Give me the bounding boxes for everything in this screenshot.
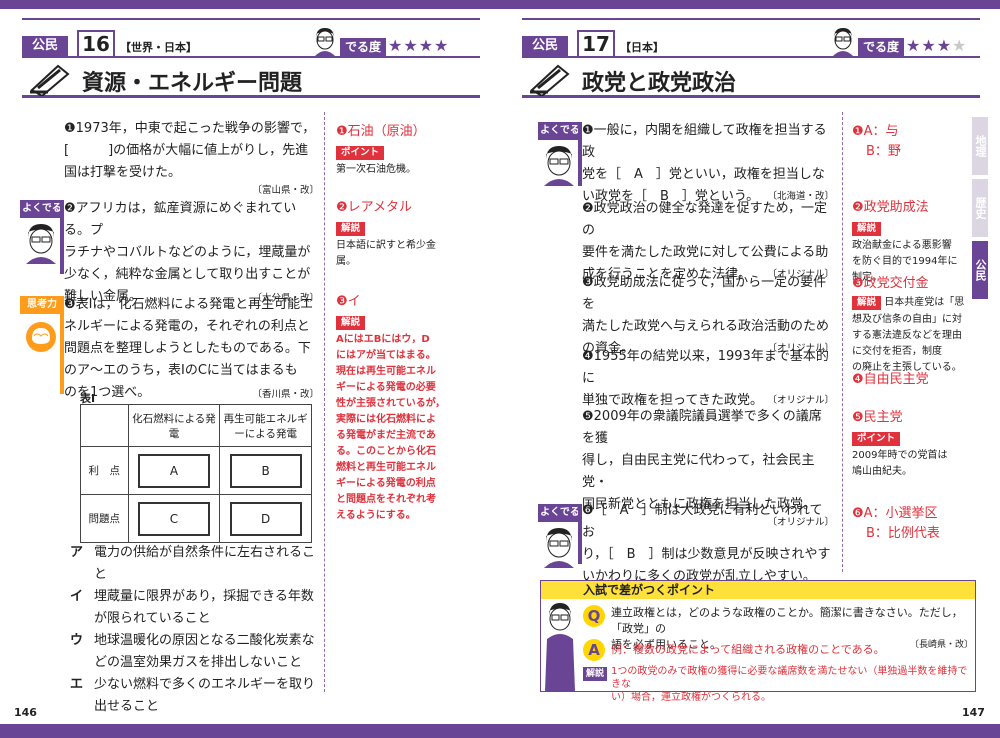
explanation-tag: 解説 bbox=[336, 222, 366, 236]
question-3: ❸政党助成法に従って，国から一定の要件を 満たした政党へ与えられる政治活動のため… bbox=[582, 275, 834, 356]
option-e: エ少ない燃料で多くのエネルギーを取り出せること bbox=[70, 677, 316, 714]
question-mark-icon: Q bbox=[583, 605, 605, 627]
explanation-tag: 解説 bbox=[583, 667, 608, 681]
subject-label: 公民 bbox=[22, 36, 68, 56]
explanation-tag: 解説 bbox=[336, 316, 366, 330]
question-2: ❷アフリカは，鉱産資源にめぐまれている。プ ラチナやコバルトなどのように，埋蔵量… bbox=[64, 201, 319, 304]
answer-3: ❸政党交付金 解説 日本共産党は「思 想及び信条の自由」に対 する憲法違反などを… bbox=[852, 276, 965, 373]
teacher-figure-icon bbox=[545, 603, 575, 691]
category-label: 【日本】 bbox=[620, 41, 664, 54]
tab-geography[interactable]: 地理 bbox=[972, 117, 988, 175]
gavel-logo-icon bbox=[30, 64, 70, 96]
brain-head-icon bbox=[26, 322, 56, 352]
question-4: ❹1955年の結党以来，1993年まで基本的に 単独で政権を担ってきた政党。 〔… bbox=[582, 349, 834, 408]
frequent-badge: よくでる bbox=[538, 504, 582, 522]
frequent-badge: よくでる bbox=[20, 200, 64, 218]
frequent-badge: よくでる bbox=[538, 122, 582, 140]
thinking-badge: 思考力 bbox=[20, 296, 64, 314]
exam-point-box: 入試で差がつくポイント Q 連立政権とは，どのような政権のことか。簡潔に書きなさ… bbox=[540, 580, 976, 703]
bottom-bar bbox=[500, 724, 1000, 738]
bottom-bar bbox=[0, 724, 500, 738]
question-1: ❶1973年，中東で起こった戦争の影響で， [ ]の価格が大幅に値上がりし，先進… bbox=[64, 121, 319, 196]
table-cell-d: D bbox=[229, 501, 302, 536]
divider bbox=[842, 112, 843, 572]
answer-5: ❺民主党 ポイント 2009年時での党首は 鳩山由紀夫。 bbox=[852, 410, 948, 477]
answer-1: ❶石油（原油） ポイント 第一次石油危機。 bbox=[336, 124, 426, 175]
section-number: 17 bbox=[577, 30, 615, 58]
tab-history[interactable]: 歴史 bbox=[972, 179, 988, 237]
page-number: 146 bbox=[14, 706, 37, 719]
data-table: 化石燃料による発電 再生可能エネルギーによる発電 利 点 A B 問題点 C D bbox=[80, 404, 312, 543]
answer-3: ❸イ 解説 AにはエBにはウ，D にはアが当てはまる。 現在は再生可能エネル ギ… bbox=[336, 294, 446, 521]
divider bbox=[324, 112, 325, 692]
answer-2: ❷政党助成法 解説 政治献金による悪影響 を防ぐ目的で1994年に 制定。 bbox=[852, 200, 958, 283]
teacher-face-icon bbox=[544, 528, 574, 568]
teacher-face-icon bbox=[315, 28, 335, 56]
table-cell-b: B bbox=[229, 453, 302, 488]
answer-options: ア電力の供給が自然条件に左右されること イ埋蔵量に限界があり，採掘できる年数が限… bbox=[70, 542, 320, 718]
section-header: 公民 17 【日本】 でる度 ★★★★ 政党と政党政治 bbox=[522, 18, 980, 98]
top-bar bbox=[0, 0, 500, 9]
exam-explanation: 1つの政党のみで政権の獲得に必要な議席数を満たせない（単独過半数を維持できな い… bbox=[611, 666, 968, 703]
exam-answer: 例：複数の政党によって組織される政権のことである。 bbox=[611, 643, 885, 656]
question-2: ❷政党政治の健全な発達を促すため，一定の 要件を満たした政党に対して公費による助… bbox=[582, 201, 834, 282]
section-header: 公民 16 【世界・日本】 でる度 ★★★★ 資源・エネルギー問題 bbox=[22, 18, 480, 98]
explanation-tag: 解説 bbox=[852, 296, 882, 310]
frequency-stars: ★★★★ bbox=[388, 36, 450, 55]
teacher-face-icon bbox=[833, 28, 853, 56]
option-a: ア電力の供給が自然条件に左右されること bbox=[70, 545, 316, 582]
section-number: 16 bbox=[77, 30, 115, 58]
page-number: 147 bbox=[962, 706, 985, 719]
frequency-stars: ★★★★ bbox=[906, 36, 968, 55]
answer-6: ❻A：小選挙区 B：比例代表 bbox=[852, 506, 940, 541]
option-u: ウ地球温暖化の原因となる二酸化炭素などの温室効果ガスを排出しないこと bbox=[70, 633, 315, 670]
frequency-label: でる度 bbox=[340, 38, 387, 56]
option-i: イ埋蔵量に限界があり，採掘できる年数が限られていること bbox=[70, 589, 314, 626]
teacher-face-icon bbox=[26, 224, 56, 264]
table-cell-a: A bbox=[137, 453, 210, 488]
answer-1: ❶A：与 B：野 bbox=[852, 124, 901, 159]
top-bar bbox=[500, 0, 1000, 9]
gavel-logo-icon bbox=[530, 64, 570, 96]
left-page: 公民 16 【世界・日本】 でる度 ★★★★ 資源・エネルギー問題 ❶1973年… bbox=[0, 0, 500, 738]
exam-point-header: 入試で差がつくポイント bbox=[541, 581, 975, 599]
point-tag: ポイント bbox=[336, 146, 385, 160]
subject-label: 公民 bbox=[522, 36, 568, 56]
question-1: ❶一般に，内閣を組織して政権を担当する政 党を［ A ］党といい，政権を担当しな… bbox=[582, 123, 834, 204]
teacher-face-icon bbox=[544, 146, 574, 186]
answer-4: ❹自由民主党 bbox=[852, 372, 929, 387]
page-title: 資源・エネルギー問題 bbox=[82, 71, 303, 96]
explanation-tag: 解説 bbox=[852, 222, 882, 236]
frequency-label: でる度 bbox=[858, 38, 905, 56]
answer-mark-icon: A bbox=[583, 639, 605, 661]
question-3: ❸表Ⅰは，化石燃料による発電と再生可能エ ネルギーによる発電の，それぞれの利点と… bbox=[64, 297, 319, 400]
point-tag: ポイント bbox=[852, 432, 901, 446]
table-cell-c: C bbox=[137, 501, 210, 536]
page-title: 政党と政党政治 bbox=[582, 71, 737, 96]
question-source: 〔富山県・改〕 bbox=[252, 185, 319, 196]
answer-2: ❷レアメタル 解説 日本語に訳すと希少金 属。 bbox=[336, 200, 436, 267]
category-label: 【世界・日本】 bbox=[120, 41, 197, 54]
